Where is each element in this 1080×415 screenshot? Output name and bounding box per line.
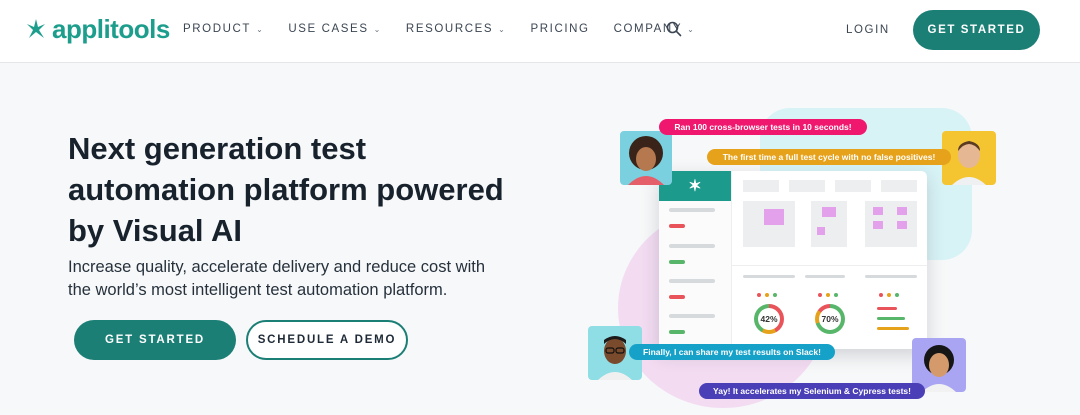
- placeholder-bar: [743, 275, 795, 278]
- nav-item-label: RESOURCES: [405, 23, 494, 35]
- hero-subtitle: Increase quality, accelerate delivery an…: [68, 258, 485, 299]
- placeholder-bar: [669, 244, 715, 248]
- dashboard-sidebar: ✶: [659, 171, 732, 349]
- get-started-button[interactable]: GET STARTED: [913, 10, 1040, 50]
- status-dot: [887, 293, 891, 297]
- status-bar-pass: [669, 330, 685, 334]
- status-dot: [834, 293, 838, 297]
- donut-chart-42: 42%: [754, 304, 784, 334]
- visual-diff-highlight: [897, 207, 907, 215]
- status-dot: [895, 293, 899, 297]
- nav-item-product[interactable]: PRODUCT ⌄: [183, 23, 264, 35]
- top-navigation-bar: applitools PRODUCT ⌄ USE CASES ⌄ RESOURC…: [0, 0, 1080, 63]
- dashboard-tab: [835, 180, 871, 192]
- hero-title: Next generation test automation platform…: [68, 131, 504, 248]
- nav-item-label: USE CASES: [288, 23, 369, 35]
- avatar-icon: [628, 136, 664, 185]
- donut-chart-70: 70%: [815, 304, 845, 334]
- status-dot: [765, 293, 769, 297]
- status-bar-pass: [877, 317, 905, 320]
- visual-diff-highlight: [873, 207, 883, 215]
- placeholder-bar: [865, 275, 917, 278]
- dashboard-tab: [881, 180, 917, 192]
- visual-diff-highlight: [817, 227, 825, 235]
- applitools-logo[interactable]: applitools: [26, 14, 170, 44]
- status-bar-fail: [669, 224, 685, 228]
- status-dot: [818, 293, 822, 297]
- nav-item-company[interactable]: COMPANY ⌄: [614, 23, 696, 35]
- visual-diff-highlight: [897, 221, 907, 229]
- nav-item-label: PRODUCT: [183, 23, 252, 35]
- status-bar-fail: [669, 295, 685, 299]
- chevron-down-icon: ⌄: [373, 24, 382, 34]
- status-dot: [773, 293, 777, 297]
- main-nav: PRODUCT ⌄ USE CASES ⌄ RESOURCES ⌄ PRICIN…: [183, 23, 695, 35]
- hero-get-started-button[interactable]: GET STARTED: [74, 320, 236, 360]
- speech-bubble: Yay! It accelerates my Selenium & Cypres…: [699, 383, 925, 399]
- divider: [731, 265, 927, 266]
- dashboard-mockup: ✶ 42% 70%: [659, 171, 927, 349]
- chevron-down-icon: ⌄: [687, 24, 696, 34]
- speech-bubble: The first time a full test cycle with no…: [707, 149, 951, 165]
- avatar-woman-curly-hair: [620, 131, 672, 185]
- nav-item-use-cases[interactable]: USE CASES ⌄: [288, 23, 382, 35]
- login-link[interactable]: LOGIN: [846, 24, 890, 36]
- nav-item-label: PRICING: [530, 23, 590, 35]
- chevron-down-icon: ⌄: [256, 24, 265, 34]
- placeholder-bar: [669, 208, 715, 212]
- donut-value: 42%: [760, 314, 778, 324]
- placeholder-bar: [805, 275, 845, 278]
- status-bar-warn: [877, 327, 909, 330]
- visual-diff-highlight: [873, 221, 883, 229]
- status-dot: [879, 293, 883, 297]
- speech-bubble: Ran 100 cross-browser tests in 10 second…: [659, 119, 867, 135]
- placeholder-bar: [669, 279, 715, 283]
- nav-item-resources[interactable]: RESOURCES ⌄: [406, 23, 507, 35]
- visual-diff-highlight: [822, 207, 836, 217]
- donut-value: 70%: [821, 314, 839, 324]
- status-bar-pass: [669, 260, 685, 264]
- speech-bubble: Finally, I can share my test results on …: [629, 344, 835, 360]
- logo-wordmark: applitools: [52, 14, 170, 44]
- visual-diff-highlight: [764, 209, 784, 225]
- dashboard-tab: [743, 180, 779, 192]
- search-icon[interactable]: [666, 21, 682, 37]
- status-dot: [826, 293, 830, 297]
- applitools-logo-icon: [27, 19, 45, 38]
- dashboard-tab: [789, 180, 825, 192]
- status-bar-fail: [877, 307, 897, 310]
- status-dot: [757, 293, 761, 297]
- chevron-down-icon: ⌄: [498, 24, 507, 34]
- nav-item-pricing[interactable]: PRICING: [530, 23, 589, 35]
- placeholder-bar: [669, 314, 715, 318]
- schedule-demo-button[interactable]: SCHEDULE A DEMO: [246, 320, 408, 360]
